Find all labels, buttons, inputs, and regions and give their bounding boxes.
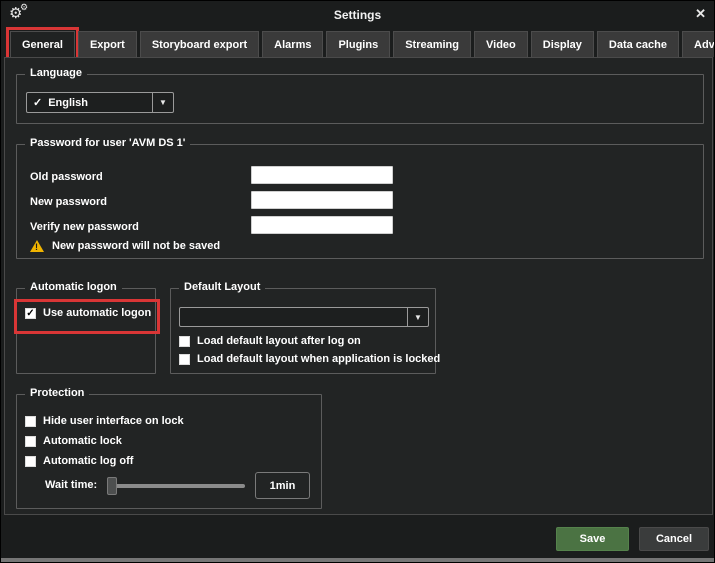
warning-icon: !: [30, 240, 44, 252]
chevron-down-icon[interactable]: ▼: [407, 308, 428, 326]
window-bottom-edge: [1, 558, 714, 562]
general-tab-panel: Language ✓ English ▼ Password for user '…: [4, 57, 713, 515]
close-icon[interactable]: ✕: [695, 6, 706, 22]
checkbox-unchecked-icon[interactable]: [179, 336, 190, 347]
wait-time-slider-thumb[interactable]: [107, 477, 117, 495]
use-automatic-logon-checkbox[interactable]: ✓ Use automatic logon: [25, 307, 151, 319]
tab-strip: General Export Storyboard export Alarms …: [10, 31, 715, 57]
verify-new-password-label: Verify new password: [30, 221, 139, 233]
default-layout-dropdown[interactable]: ▼: [179, 307, 429, 327]
save-button[interactable]: Save: [556, 527, 629, 551]
old-password-field[interactable]: [251, 166, 393, 184]
protection-group: Protection Hide user interface on lock A…: [16, 394, 322, 509]
new-password-label: New password: [30, 196, 107, 208]
language-selected-value: English: [48, 97, 88, 109]
checkbox-unchecked-icon[interactable]: [25, 456, 36, 467]
tab-video[interactable]: Video: [474, 31, 528, 57]
tab-storyboard-export[interactable]: Storyboard export: [140, 31, 259, 57]
old-password-label: Old password: [30, 171, 103, 183]
load-default-when-locked-checkbox[interactable]: Load default layout when application is …: [179, 353, 440, 365]
password-warning: ! New password will not be saved: [30, 240, 220, 252]
tab-alarms[interactable]: Alarms: [262, 31, 323, 57]
tab-streaming[interactable]: Streaming: [393, 31, 471, 57]
wait-time-value: 1min: [255, 472, 310, 499]
checkbox-unchecked-icon[interactable]: [25, 416, 36, 427]
password-group-label: Password for user 'AVM DS 1': [25, 137, 190, 149]
cancel-button[interactable]: Cancel: [639, 527, 709, 551]
password-group: Password for user 'AVM DS 1' Old passwor…: [16, 144, 704, 259]
check-icon: ✓: [33, 96, 42, 109]
password-warning-text: New password will not be saved: [52, 240, 220, 252]
automatic-logon-group-label: Automatic logon: [25, 281, 122, 293]
verify-new-password-field[interactable]: [251, 216, 393, 234]
tab-general[interactable]: General: [10, 31, 75, 57]
new-password-field[interactable]: [251, 191, 393, 209]
automatic-lock-checkbox[interactable]: Automatic lock: [25, 435, 122, 447]
protection-group-label: Protection: [25, 387, 89, 399]
hide-ui-on-lock-checkbox[interactable]: Hide user interface on lock: [25, 415, 184, 427]
tab-advanced[interactable]: Advanced: [682, 31, 715, 57]
tab-data-cache[interactable]: Data cache: [597, 31, 679, 57]
wait-time-label: Wait time:: [45, 479, 97, 491]
chevron-down-icon[interactable]: ▼: [152, 93, 173, 112]
automatic-logon-group: Automatic logon ✓ Use automatic logon: [16, 288, 156, 374]
title-bar: ⚙ ⚙ Settings ✕: [1, 1, 714, 29]
checkbox-unchecked-icon[interactable]: [179, 354, 190, 365]
wait-time-slider-track[interactable]: [109, 484, 245, 488]
load-default-after-logon-checkbox[interactable]: Load default layout after log on: [179, 335, 361, 347]
use-automatic-logon-label: Use automatic logon: [43, 307, 151, 319]
default-layout-group: Default Layout ▼ Load default layout aft…: [170, 288, 436, 374]
settings-window: ⚙ ⚙ Settings ✕ General Export Storyboard…: [0, 0, 715, 563]
default-layout-group-label: Default Layout: [179, 281, 265, 293]
tab-export[interactable]: Export: [78, 31, 137, 57]
checkbox-unchecked-icon[interactable]: [25, 436, 36, 447]
language-group-label: Language: [25, 67, 87, 79]
window-title: Settings: [1, 8, 714, 22]
language-group: Language ✓ English ▼: [16, 74, 704, 124]
language-dropdown[interactable]: ✓ English ▼: [26, 92, 174, 113]
tab-display[interactable]: Display: [531, 31, 594, 57]
automatic-logoff-checkbox[interactable]: Automatic log off: [25, 455, 133, 467]
checkbox-checked-icon[interactable]: ✓: [25, 308, 36, 319]
tab-plugins[interactable]: Plugins: [326, 31, 390, 57]
